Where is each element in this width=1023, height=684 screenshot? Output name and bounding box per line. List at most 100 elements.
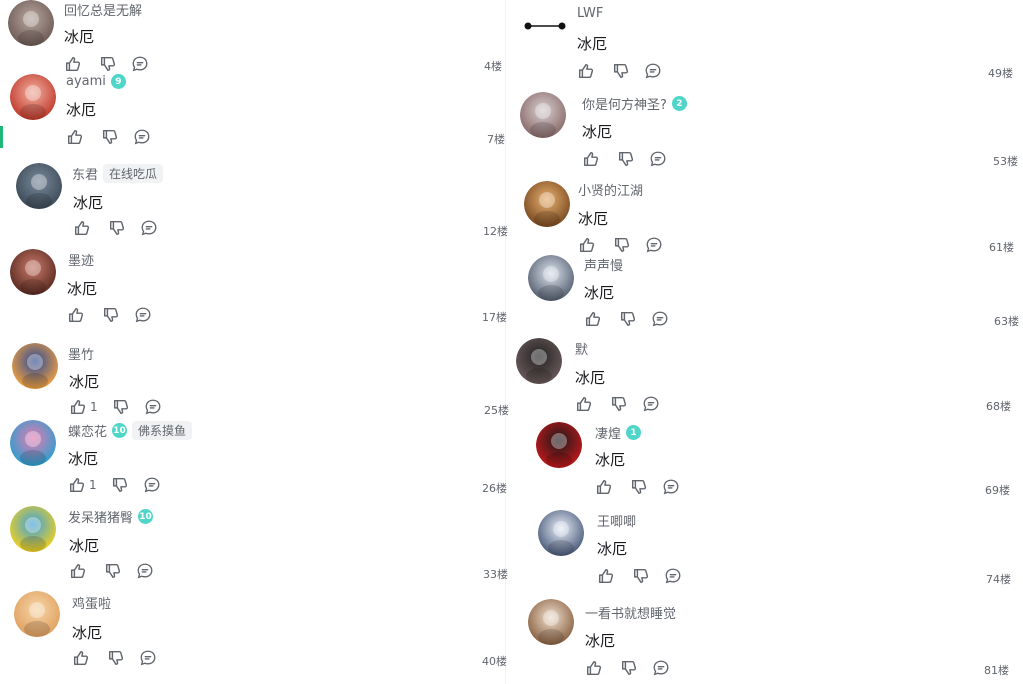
reply-button[interactable] xyxy=(652,659,670,677)
dislike-button[interactable] xyxy=(617,150,635,168)
username[interactable]: 墨迹 xyxy=(68,250,94,269)
avatar[interactable] xyxy=(536,422,582,468)
avatar[interactable] xyxy=(12,343,58,389)
username[interactable]: LWF xyxy=(577,6,603,21)
reply-button[interactable] xyxy=(139,649,157,667)
reply-button[interactable] xyxy=(644,62,662,80)
thumbs-up-icon xyxy=(576,396,592,412)
dislike-button[interactable] xyxy=(620,659,638,677)
avatar[interactable] xyxy=(528,599,574,645)
username[interactable]: 你是何方神圣? xyxy=(582,94,667,113)
reply-button[interactable] xyxy=(140,219,158,237)
avatar[interactable] xyxy=(524,181,570,227)
username[interactable]: 默 xyxy=(575,339,588,358)
like-button[interactable] xyxy=(73,219,94,237)
username[interactable]: 小贤的江湖 xyxy=(578,180,643,199)
dislike-button[interactable] xyxy=(630,478,648,496)
thumbs-up-icon xyxy=(68,307,84,323)
avatar[interactable] xyxy=(524,0,570,46)
reply-button[interactable] xyxy=(134,306,152,324)
avatar[interactable] xyxy=(528,255,574,301)
comment-actions xyxy=(577,62,662,80)
avatar[interactable] xyxy=(16,163,62,209)
like-button[interactable] xyxy=(585,659,606,677)
avatar[interactable] xyxy=(516,338,562,384)
comment-actions xyxy=(67,306,152,324)
avatar[interactable] xyxy=(8,0,54,46)
dislike-button[interactable] xyxy=(612,62,630,80)
dislike-button[interactable] xyxy=(104,562,122,580)
avatar[interactable] xyxy=(10,249,56,295)
username[interactable]: ayami xyxy=(66,74,106,89)
reply-button[interactable] xyxy=(133,128,151,146)
comment-text: 冰厄 xyxy=(72,624,103,642)
like-button[interactable] xyxy=(578,236,599,254)
like-button[interactable] xyxy=(67,306,88,324)
like-button[interactable] xyxy=(595,478,616,496)
dislike-button[interactable] xyxy=(610,395,628,413)
dislike-button[interactable] xyxy=(111,476,129,494)
reply-button[interactable] xyxy=(143,476,161,494)
username[interactable]: 回忆总是无解 xyxy=(64,0,142,19)
level-badge: 10 xyxy=(112,423,128,438)
username[interactable]: 东君 xyxy=(72,164,98,183)
like-button[interactable] xyxy=(597,567,618,585)
thumbs-up-icon xyxy=(73,650,89,666)
reply-button[interactable] xyxy=(662,478,680,496)
username[interactable]: 凄煌 xyxy=(595,423,621,442)
reply-bubble-icon xyxy=(652,311,668,327)
dislike-button[interactable] xyxy=(632,567,650,585)
like-button[interactable] xyxy=(66,128,87,146)
thumbs-down-icon xyxy=(108,650,124,666)
comment-item: 墨迹 冰厄 17楼 xyxy=(0,0,510,684)
avatar[interactable] xyxy=(10,420,56,466)
avatar[interactable] xyxy=(520,92,566,138)
comment-item: 东君 在线吃瓜 冰厄 12楼 xyxy=(0,0,510,684)
comment-actions: 1 xyxy=(68,476,161,494)
reply-bubble-icon xyxy=(141,220,157,236)
comment-actions xyxy=(582,150,667,168)
like-button[interactable] xyxy=(575,395,596,413)
dislike-button[interactable] xyxy=(99,55,117,73)
comment-item: 一看书就想睡觉 冰厄 81楼 xyxy=(510,0,1023,684)
username[interactable]: 墨竹 xyxy=(68,344,94,363)
dislike-button[interactable] xyxy=(101,128,119,146)
reply-button[interactable] xyxy=(664,567,682,585)
like-button[interactable] xyxy=(72,649,93,667)
avatar[interactable] xyxy=(10,74,56,120)
reply-button[interactable] xyxy=(136,562,154,580)
dislike-button[interactable] xyxy=(619,310,637,328)
reply-button[interactable] xyxy=(131,55,149,73)
like-button[interactable] xyxy=(64,55,85,73)
reply-button[interactable] xyxy=(645,236,663,254)
like-button[interactable] xyxy=(582,150,603,168)
comment-item: 墨竹 冰厄 1 25楼 xyxy=(0,0,510,684)
like-button[interactable] xyxy=(584,310,605,328)
like-button[interactable] xyxy=(577,62,598,80)
username[interactable]: 王唧唧 xyxy=(597,511,636,530)
reply-button[interactable] xyxy=(649,150,667,168)
thumbs-down-icon xyxy=(621,660,637,676)
avatar[interactable] xyxy=(10,506,56,552)
like-button[interactable]: 1 xyxy=(69,398,98,416)
reply-button[interactable] xyxy=(642,395,660,413)
thumbs-down-icon xyxy=(633,568,649,584)
reply-button[interactable] xyxy=(651,310,669,328)
username[interactable]: 鸡蛋啦 xyxy=(72,593,111,612)
dislike-button[interactable] xyxy=(102,306,120,324)
username[interactable]: 发呆猪猪臀 xyxy=(68,507,133,526)
comment-actions xyxy=(578,236,663,254)
dislike-button[interactable] xyxy=(613,236,631,254)
dislike-button[interactable] xyxy=(112,398,130,416)
like-button[interactable] xyxy=(69,562,90,580)
username[interactable]: 蝶恋花 xyxy=(68,421,107,440)
dislike-button[interactable] xyxy=(107,649,125,667)
like-button[interactable]: 1 xyxy=(68,476,97,494)
username[interactable]: 声声慢 xyxy=(584,255,623,274)
username-row: 墨竹 xyxy=(68,344,94,363)
dislike-button[interactable] xyxy=(108,219,126,237)
avatar[interactable] xyxy=(14,591,60,637)
reply-button[interactable] xyxy=(144,398,162,416)
avatar[interactable] xyxy=(538,510,584,556)
username[interactable]: 一看书就想睡觉 xyxy=(585,603,676,622)
